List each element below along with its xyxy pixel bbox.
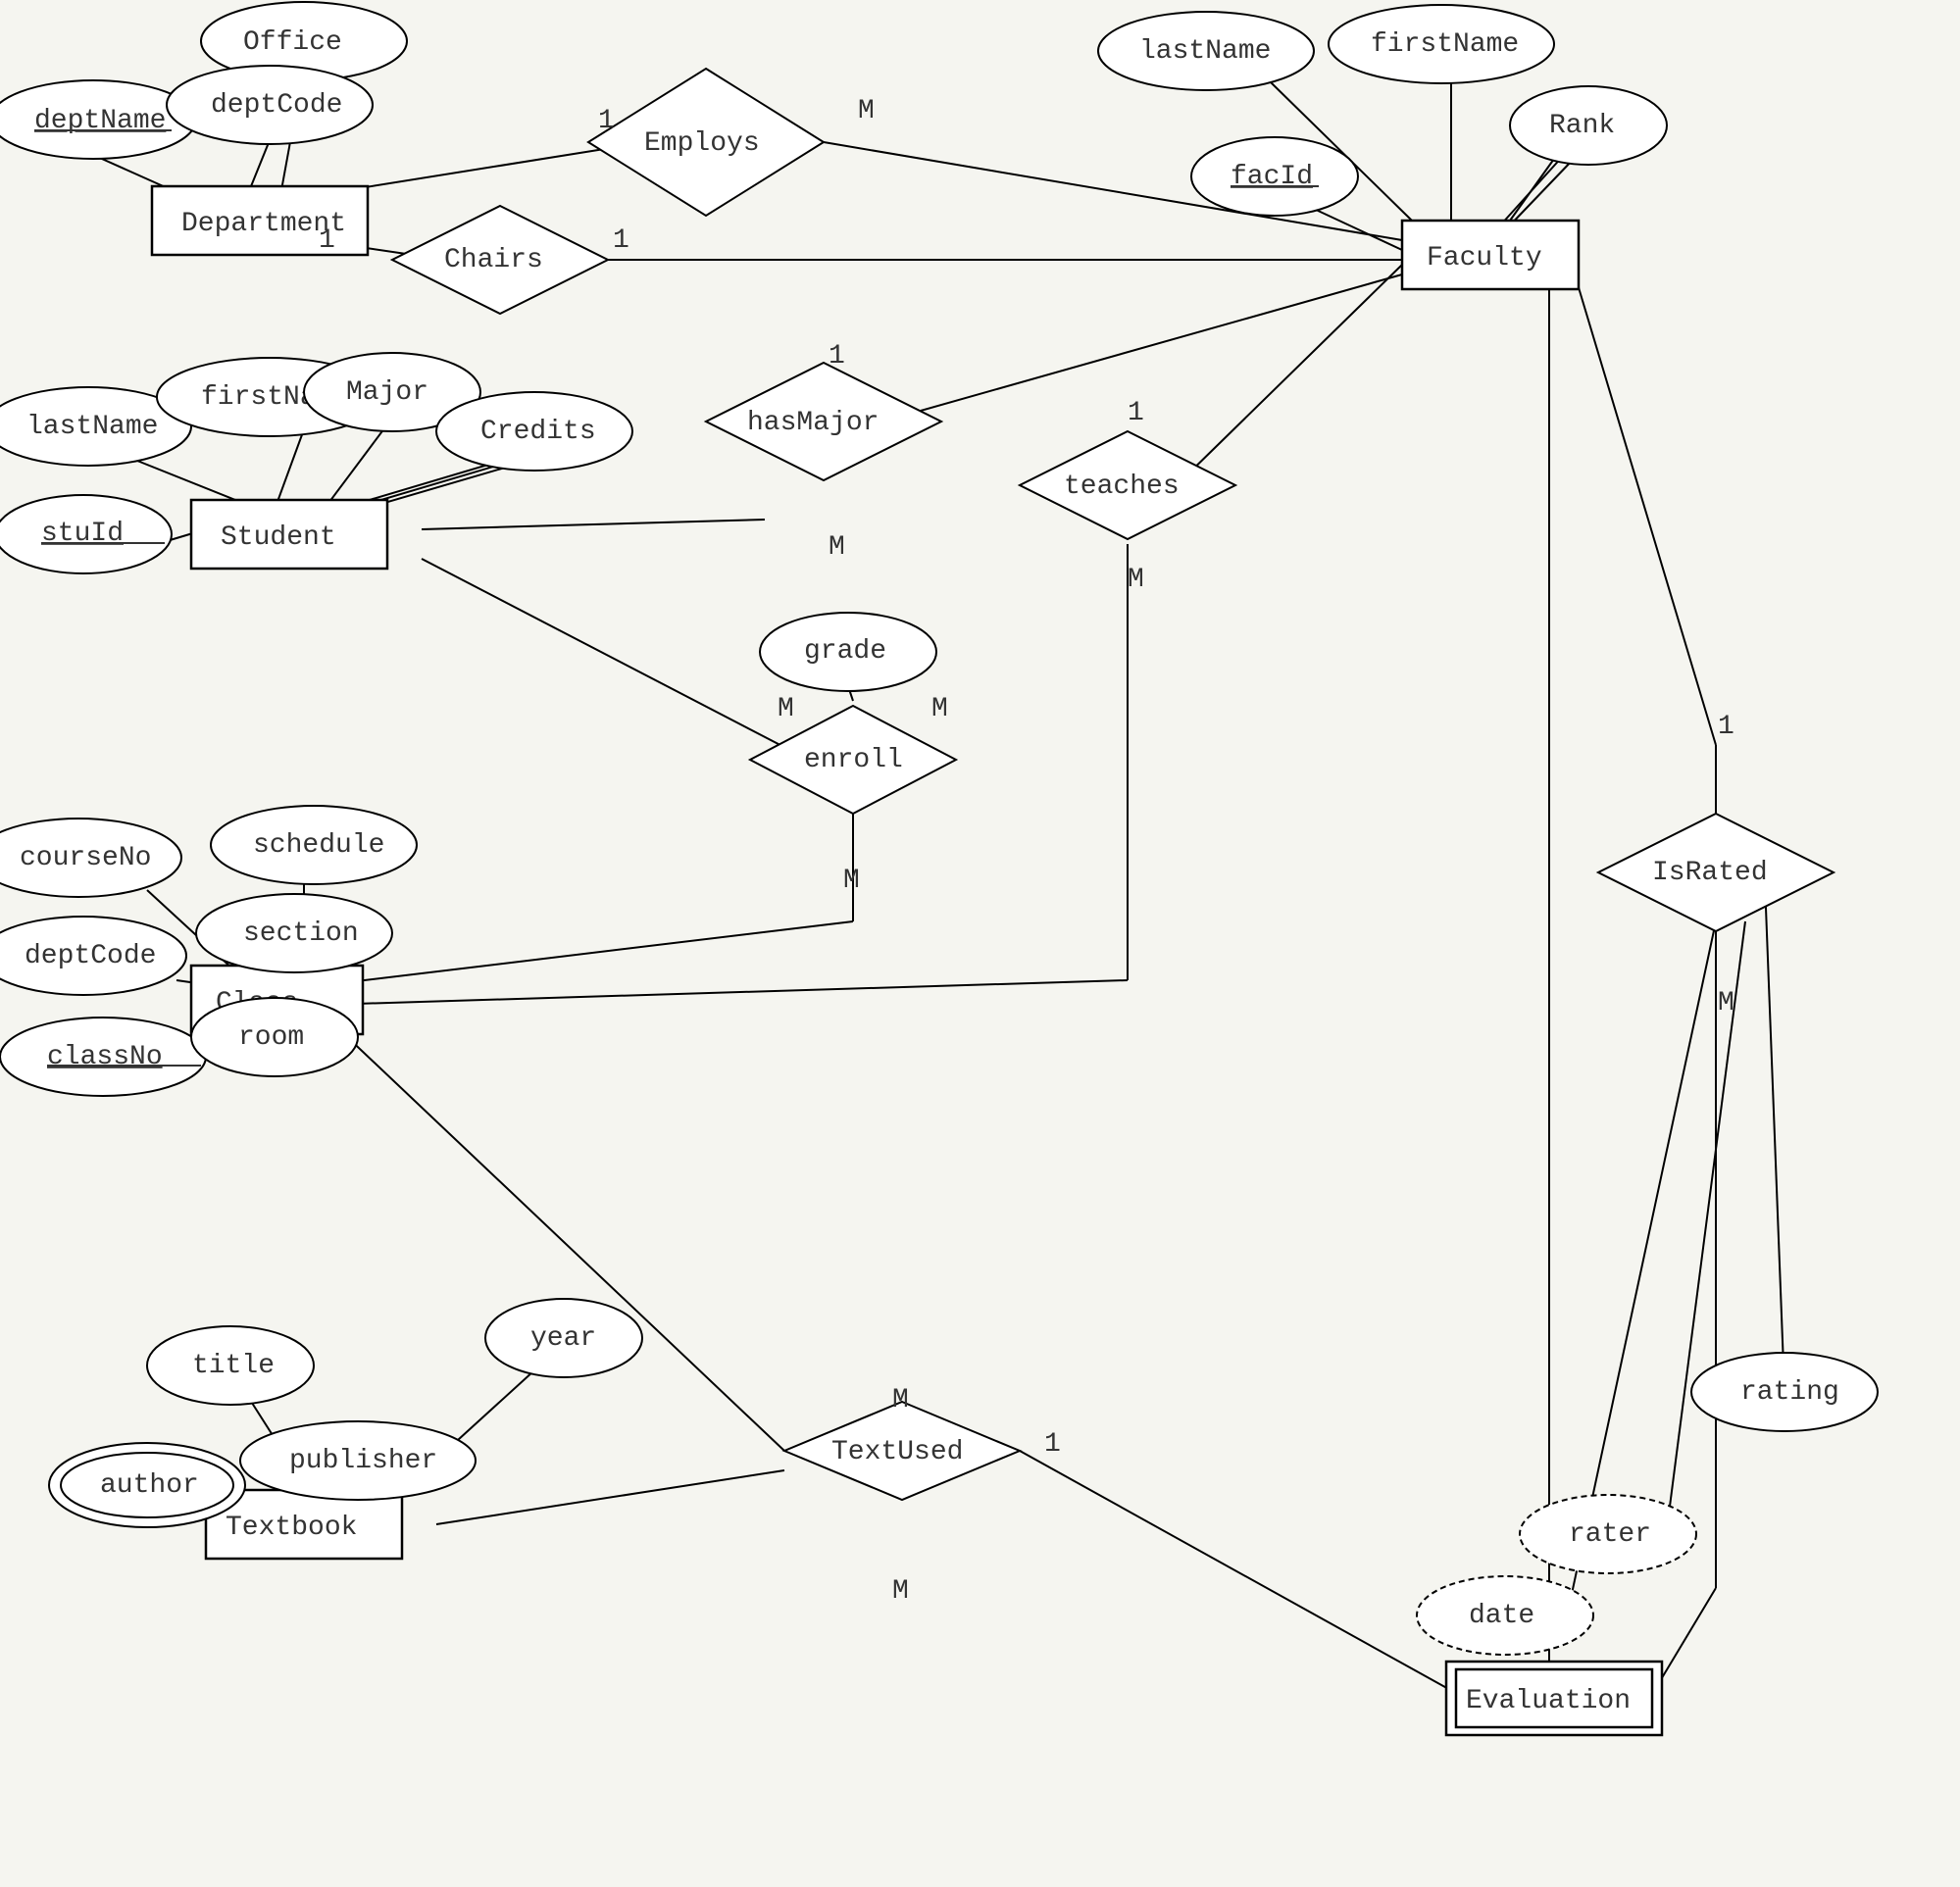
attr-rank-label: Rank: [1549, 111, 1615, 141]
card-israted-1: 1: [1718, 712, 1734, 742]
card-enroll-m1: M: [778, 694, 794, 724]
card-israted-m: M: [1718, 988, 1734, 1018]
card-textused-m2: M: [892, 1576, 909, 1607]
entity-student-label: Student: [221, 522, 336, 553]
card-textused-1: 1: [1044, 1429, 1061, 1460]
attr-office-label: Office: [243, 27, 342, 58]
attr-schedule-label: schedule: [253, 830, 384, 861]
card-teaches-m: M: [1128, 565, 1144, 595]
attr-credits-label: Credits: [480, 417, 596, 447]
rel-chairs-label: Chairs: [444, 245, 543, 275]
attr-deptname-label: deptName: [34, 106, 166, 136]
entity-textbook-label: Textbook: [226, 1513, 357, 1543]
card-textused-m1: M: [892, 1385, 909, 1415]
attr-section-label: section: [243, 919, 359, 949]
attr-room-label: room: [238, 1022, 304, 1053]
rel-israted-label: IsRated: [1652, 858, 1768, 888]
attr-publisher-label: publisher: [289, 1446, 437, 1476]
attr-rating-label: rating: [1740, 1377, 1839, 1408]
attr-date-label: date: [1469, 1601, 1534, 1631]
attr-lastname-stu-label: lastName: [26, 412, 158, 442]
attr-deptcode-cls-label: deptCode: [25, 941, 156, 971]
attr-deptcode-label: deptCode: [211, 90, 342, 121]
attr-stuid-label: stuId: [41, 519, 124, 549]
attr-title-label: title: [192, 1351, 275, 1381]
attr-courseno-label: courseNo: [20, 843, 151, 873]
rel-textused-label: TextUsed: [831, 1437, 963, 1467]
attr-author-label: author: [100, 1470, 199, 1501]
attr-firstname-fac-label: firstName: [1371, 29, 1519, 60]
entity-evaluation-label: Evaluation: [1466, 1686, 1631, 1716]
attr-grade-label: grade: [804, 636, 886, 667]
entity-faculty-label: Faculty: [1427, 243, 1542, 273]
card-class-m: M: [843, 866, 860, 896]
card-hasmajor-m: M: [829, 532, 845, 563]
attr-rater-label: rater: [1569, 1519, 1651, 1550]
card-hasmajor-1: 1: [829, 341, 845, 372]
rel-hasmajor-label: hasMajor: [747, 408, 879, 438]
card-chairs-1-right: 1: [613, 225, 629, 256]
attr-year-label: year: [530, 1323, 596, 1354]
card-enroll-m2: M: [931, 694, 948, 724]
card-teaches-1: 1: [1128, 398, 1144, 428]
rel-teaches-label: teaches: [1064, 472, 1180, 502]
rel-employs-label: Employs: [644, 128, 760, 159]
card-employs-m: M: [858, 96, 875, 126]
card-chairs-1-left: 1: [319, 225, 335, 256]
attr-classno-label: classNo: [47, 1042, 163, 1072]
attr-lastname-fac-label: lastName: [1139, 36, 1271, 67]
attr-facid-label: facId: [1231, 162, 1313, 192]
card-employs-1: 1: [598, 106, 615, 136]
rel-enroll-label: enroll: [804, 745, 903, 775]
attr-major-label: Major: [346, 377, 428, 408]
